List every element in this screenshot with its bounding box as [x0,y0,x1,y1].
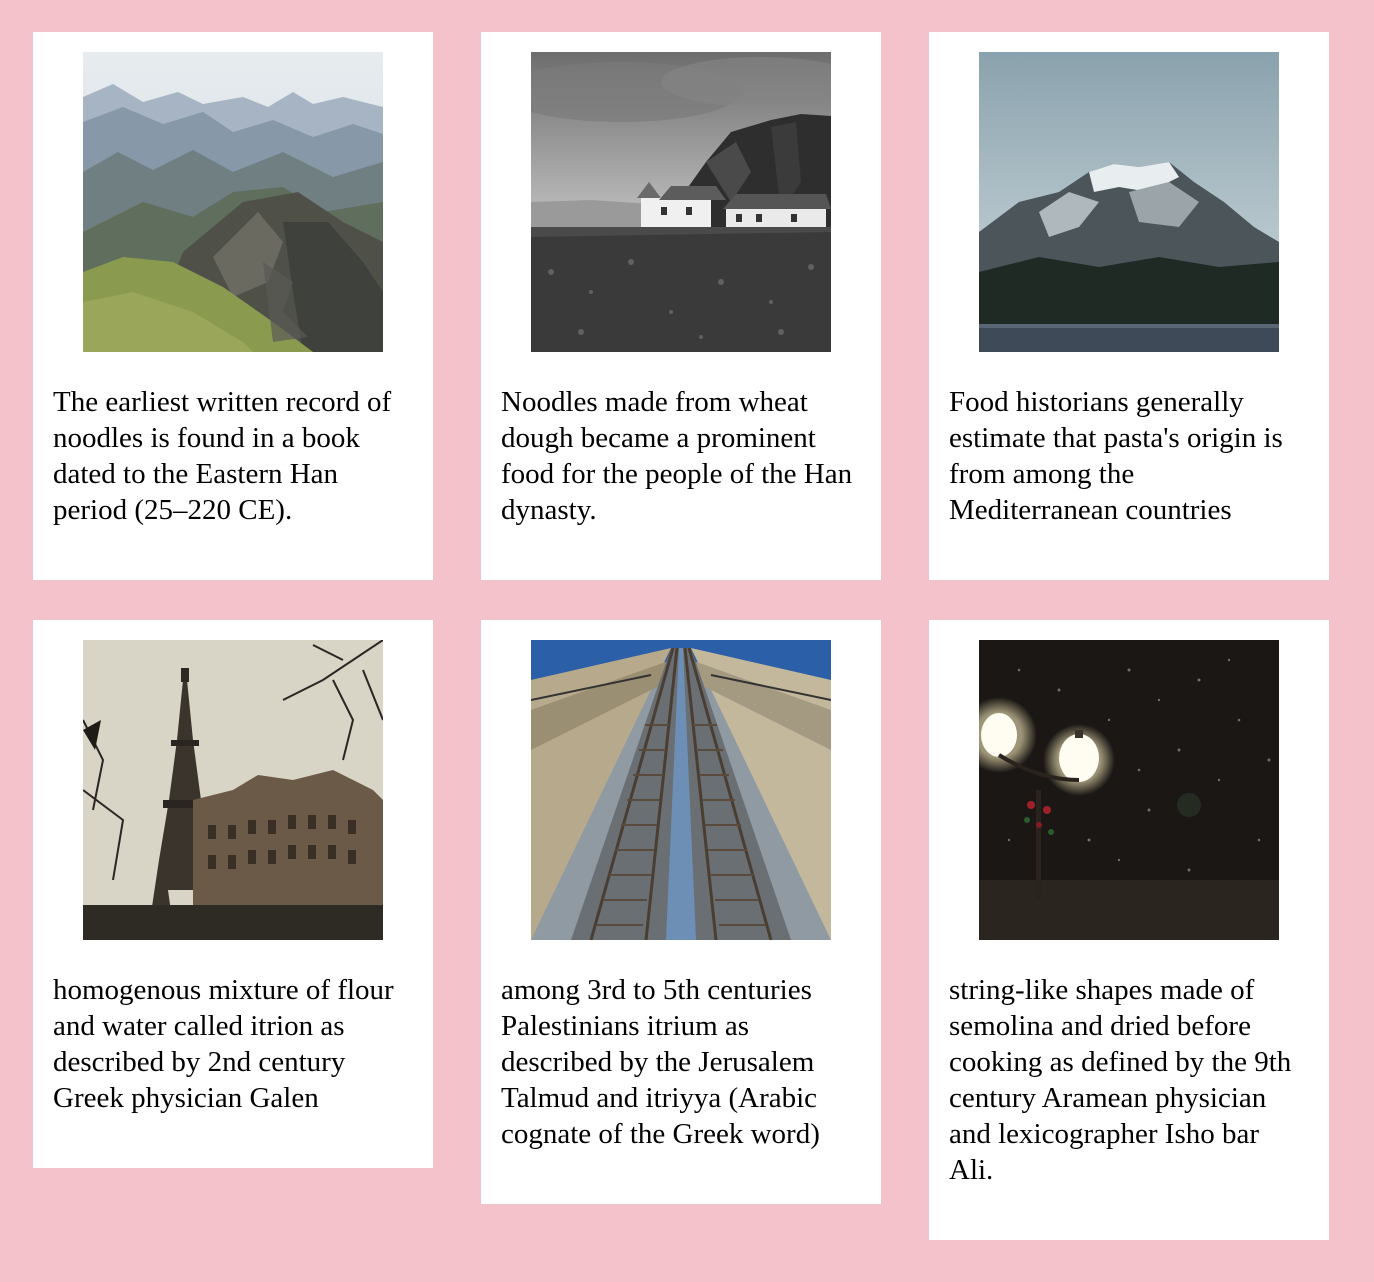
card: Food historians generally estimate that … [929,32,1329,580]
mountain-range-icon [83,52,383,352]
card: string-like shapes made of semolina and … [929,620,1329,1240]
card: The earliest written record of noodles i… [33,32,433,580]
card: Noodles made from wheat dough became a p… [481,32,881,580]
card-caption: The earliest written record of noodles i… [53,386,392,526]
card-caption: Noodles made from wheat dough became a p… [501,386,853,526]
card-caption: homogenous mixture of flour and water ca… [53,974,394,1114]
card-caption: string-like shapes made of semolina and … [949,974,1292,1186]
street-lamps-snow-icon [979,640,1279,940]
card: homogenous mixture of flour and water ca… [33,620,433,1168]
card-caption: among 3rd to 5th centuries Palestinians … [501,974,820,1150]
card: among 3rd to 5th centuries Palestinians … [481,620,881,1204]
snowy-peak-icon [979,52,1279,352]
card-grid: The earliest written record of noodles i… [33,32,1329,1240]
cliff-cottage-icon [531,52,831,352]
railway-tracks-icon [531,640,831,940]
eiffel-tower-icon [83,640,383,940]
card-caption: Food historians generally estimate that … [949,386,1283,526]
